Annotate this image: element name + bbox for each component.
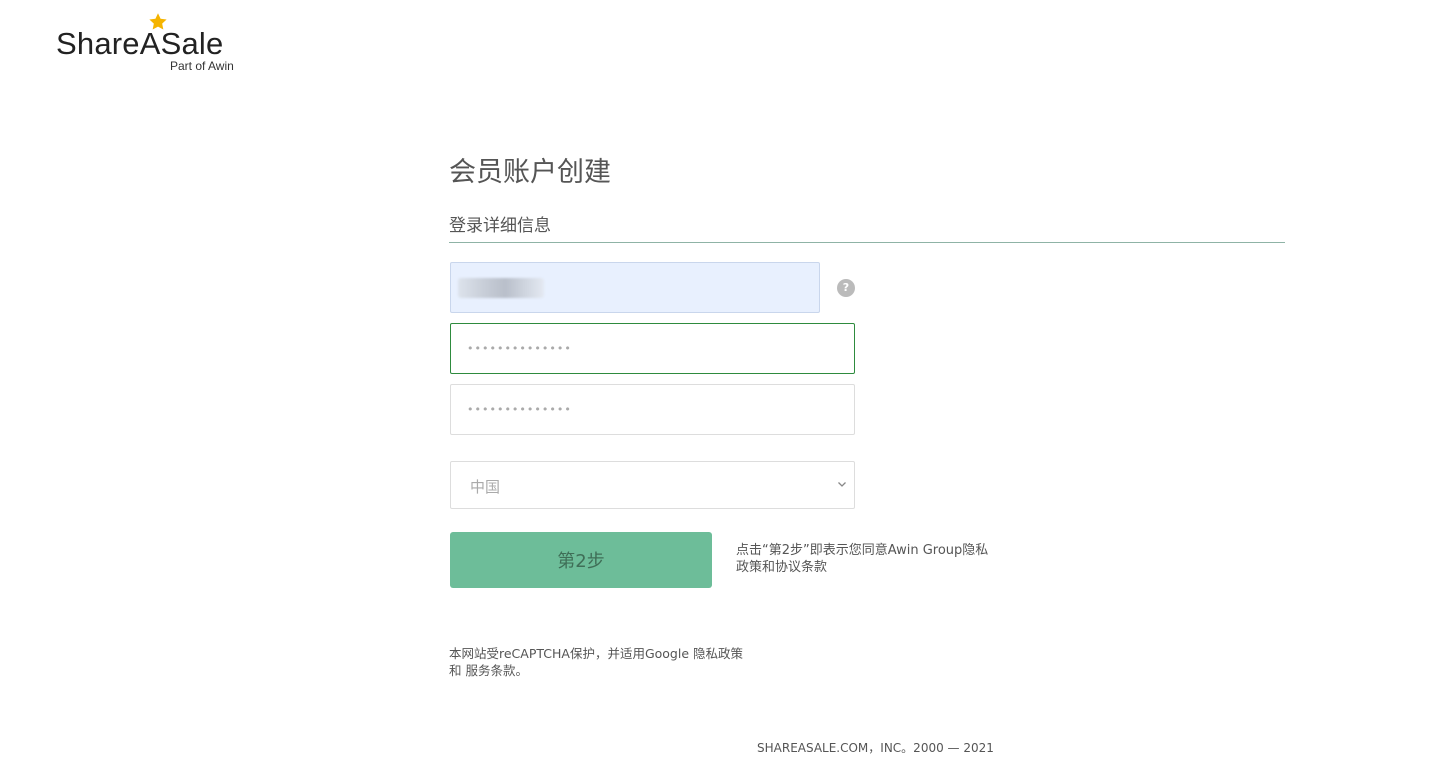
country-select[interactable]: 中国 [450,461,855,509]
section-divider [449,242,1285,243]
redacted-username-value [458,278,544,298]
shareasale-logo[interactable]: ShareASale Part of Awin [56,12,246,74]
confirm-password-input[interactable] [450,384,855,435]
question-mark-icon[interactable]: ? [837,279,855,297]
terms-agreement-text: 点击“第2步”即表示您同意Awin Group隐私政策和协议条款 [736,543,989,575]
country-select-value: 中国 [470,478,501,496]
logo-wordmark: ShareASale [56,26,224,61]
page-title: 会员账户创建 [449,157,611,188]
next-step-button[interactable]: 第2步 [450,532,712,588]
footer-copyright: SHAREASALE.COM，INC。2000 — 2021 [757,741,994,755]
logo-tagline: Part of Awin [170,59,234,73]
recaptcha-notice: 本网站受reCAPTCHA保护，并适用Google 隐私政策和 服务条款。 [449,646,744,678]
chevron-down-icon [838,482,846,487]
password-input[interactable] [450,323,855,374]
section-title: 登录详细信息 [449,216,551,236]
